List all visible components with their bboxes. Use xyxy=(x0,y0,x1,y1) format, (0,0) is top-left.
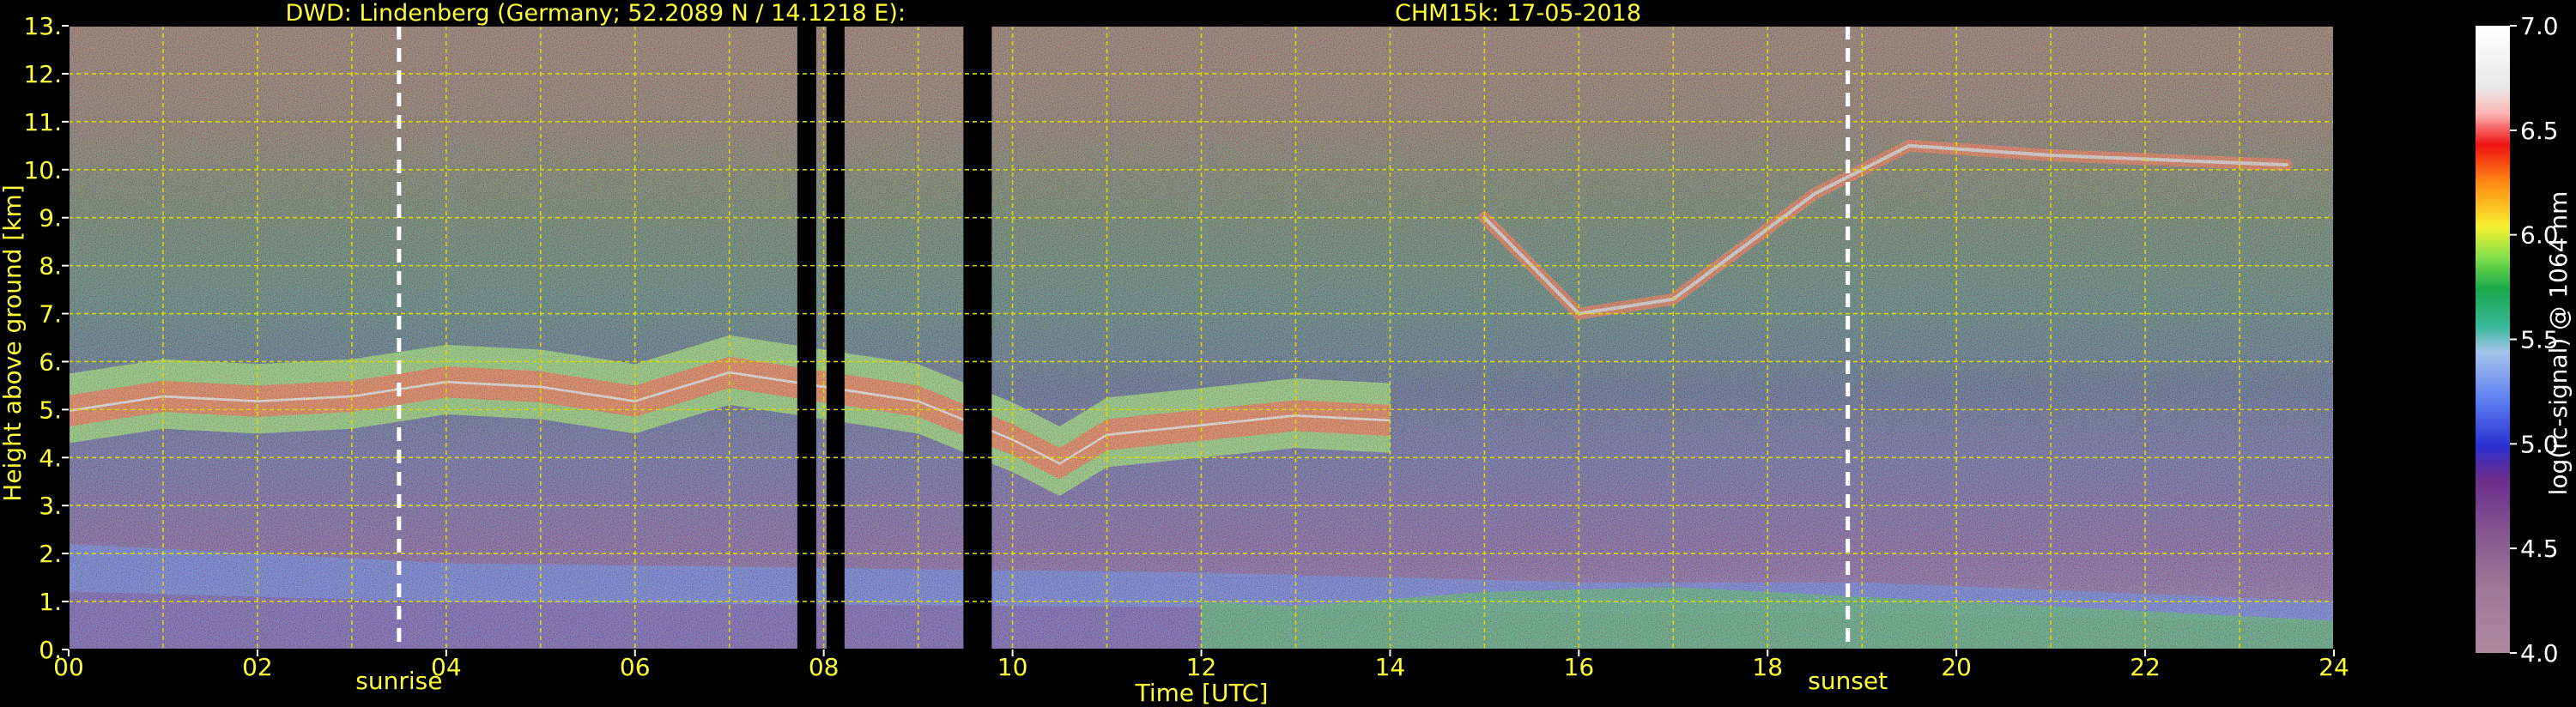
data-gap xyxy=(797,26,816,650)
x-tick-label: 22 xyxy=(2130,653,2161,681)
sunset-label: sunset xyxy=(1808,667,1888,695)
x-tick-label: 20 xyxy=(1941,653,1972,681)
plot-area xyxy=(69,26,2334,650)
y-tick-label: 7. xyxy=(39,300,62,329)
x-tick-label: 08 xyxy=(809,653,839,681)
colorbar-label: log(rc-signal) @ 1064 nm xyxy=(2544,191,2573,496)
colorbar-tick-label: 6.5 xyxy=(2520,117,2559,145)
colorbar xyxy=(2476,26,2510,653)
data-gap xyxy=(826,26,845,650)
x-axis-label: Time [UTC] xyxy=(1135,679,1269,707)
x-tick-label: 18 xyxy=(1752,653,1783,681)
y-tick-label: 8. xyxy=(39,252,62,281)
colorbar-tick-label: 7.0 xyxy=(2520,12,2559,40)
y-tick-label: 11. xyxy=(23,108,62,136)
x-tick-label: 24 xyxy=(2318,653,2349,681)
y-tick-label: 1. xyxy=(39,588,62,616)
x-tick-label: 02 xyxy=(242,653,273,681)
x-tick-label: 16 xyxy=(1564,653,1595,681)
ceilometer-chart: 00 02 04 06 08 10 12 14 16 18 20 22 24 0.1.2.3.4.5.6… xyxy=(0,0,2573,707)
y-tick-label: 6. xyxy=(39,347,62,376)
chart-title-left: DWD: Lindenberg (Germany; 52.2089 N / 14… xyxy=(285,0,906,27)
y-axis-label: Height above ground [km] xyxy=(0,184,27,502)
chart-title-right: CHM15k: 17-05-2018 xyxy=(1395,0,1641,27)
y-tick-label: 10. xyxy=(23,156,62,184)
y-tick-label: 12. xyxy=(23,60,62,88)
colorbar-tick-label: 4.5 xyxy=(2520,535,2559,563)
y-tick-label: 9. xyxy=(39,204,62,233)
colorbar-tick-label: 4.0 xyxy=(2520,639,2559,668)
x-tick-label: 10 xyxy=(997,653,1028,681)
x-tick-label: 06 xyxy=(620,653,651,681)
sunrise-label: sunrise xyxy=(355,667,442,695)
y-tick-label: 13. xyxy=(23,12,62,40)
x-tick-label: 12 xyxy=(1186,653,1217,681)
y-tick-label: 3. xyxy=(39,492,62,520)
x-tick-label: 14 xyxy=(1375,653,1406,681)
y-tick-label: 4. xyxy=(39,444,62,472)
y-tick-label: 0. xyxy=(39,636,62,664)
y-tick-label: 2. xyxy=(39,540,62,568)
y-tick-label: 5. xyxy=(39,396,62,424)
data-gap xyxy=(963,26,992,650)
